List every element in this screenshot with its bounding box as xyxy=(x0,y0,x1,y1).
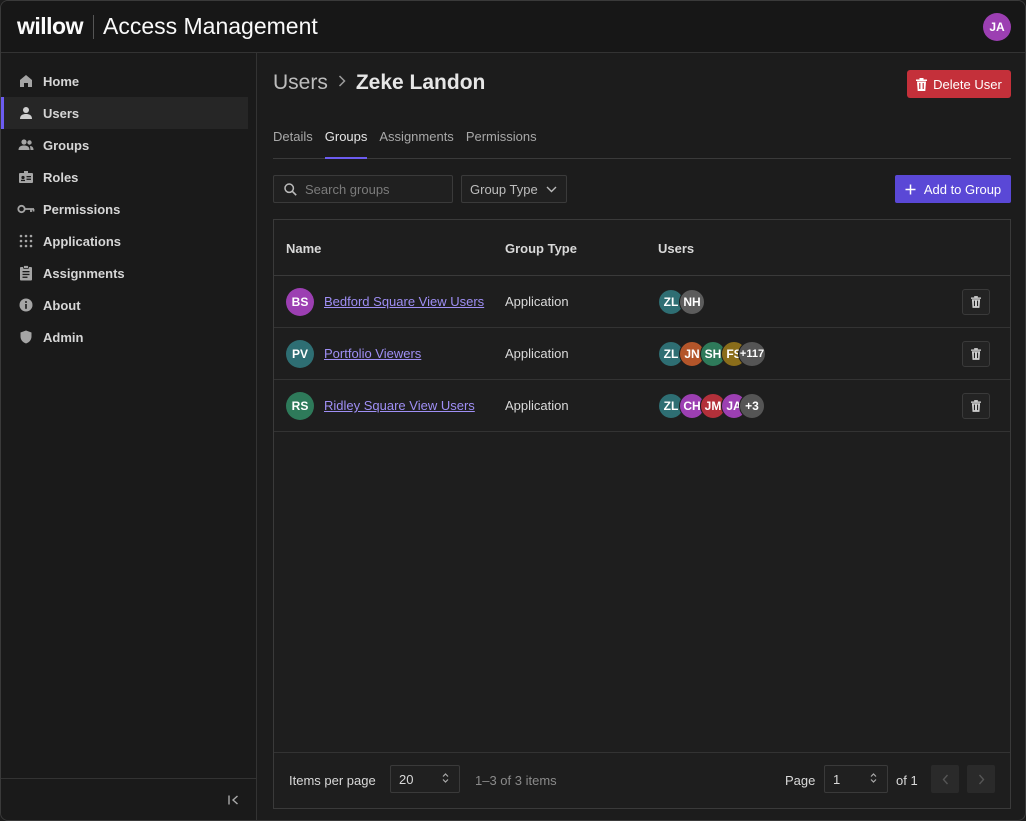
page-value: 1 xyxy=(833,771,841,787)
page-title: Zeke Landon xyxy=(355,71,486,94)
previous-page-button[interactable] xyxy=(931,765,959,793)
sidebar-item-users[interactable]: Users xyxy=(1,97,248,129)
page-of-text: of 1 xyxy=(896,773,918,788)
shield-icon xyxy=(17,328,35,346)
add-to-group-button[interactable]: Add to Group xyxy=(895,175,1011,203)
clipboard-icon xyxy=(17,264,35,282)
sidebar: Home Users Groups Roles Permissions Appl… xyxy=(1,53,257,820)
items-range-text: 1–3 of 3 items xyxy=(475,773,557,788)
delete-user-button[interactable]: Delete User xyxy=(907,70,1011,98)
breadcrumb: Users Zeke Landon xyxy=(273,71,485,95)
key-icon xyxy=(17,200,35,218)
sidebar-item-label: Admin xyxy=(43,329,84,345)
sidebar-item-permissions[interactable]: Permissions xyxy=(1,193,248,225)
chevron-left-icon xyxy=(942,774,949,785)
sidebar-item-groups[interactable]: Groups xyxy=(1,129,248,161)
sidebar-item-roles[interactable]: Roles xyxy=(1,161,248,193)
table-header: Name Group Type Users xyxy=(274,220,1010,276)
more-users-badge[interactable]: +117 xyxy=(738,341,766,367)
sidebar-item-label: Users xyxy=(43,105,80,121)
group-name-link[interactable]: Ridley Square View Users xyxy=(324,398,475,413)
sidebar-item-applications[interactable]: Applications xyxy=(1,225,248,257)
tab-details[interactable]: Details xyxy=(273,127,313,159)
groups-table: Name Group Type Users BS Bedford Square … xyxy=(273,219,1011,809)
sidebar-item-label: Applications xyxy=(43,233,122,249)
breadcrumb-users-link[interactable]: Users xyxy=(273,71,328,95)
tab-permissions[interactable]: Permissions xyxy=(466,127,537,159)
sidebar-item-label: Roles xyxy=(43,169,79,185)
column-header-users[interactable]: Users xyxy=(658,241,694,256)
sidebar-item-label: Home xyxy=(43,73,80,89)
group-avatar: RS xyxy=(286,392,314,420)
group-type-filter-label: Group Type xyxy=(470,181,538,197)
trash-icon xyxy=(971,400,981,412)
remove-group-button[interactable] xyxy=(962,341,990,367)
page-select[interactable]: 1 xyxy=(824,765,888,793)
delete-user-label: Delete User xyxy=(933,76,1002,92)
tab-groups[interactable]: Groups xyxy=(324,127,368,159)
sidebar-item-label: About xyxy=(43,297,81,313)
pagination-bar: Items per page 20 1–3 of 3 items Page 1 … xyxy=(274,752,1010,808)
next-page-button[interactable] xyxy=(967,765,995,793)
group-type-cell: Application xyxy=(505,346,569,361)
group-avatar: PV xyxy=(286,340,314,368)
up-down-icon xyxy=(870,772,877,784)
apps-grid-icon xyxy=(17,232,35,250)
home-icon xyxy=(17,72,35,90)
sidebar-item-label: Permissions xyxy=(43,201,121,217)
table-row: PV Portfolio Viewers Application ZL JN S… xyxy=(274,328,1010,380)
table-row: BS Bedford Square View Users Application… xyxy=(274,276,1010,328)
group-type-cell: Application xyxy=(505,294,569,309)
user-avatar[interactable]: JA xyxy=(983,13,1011,41)
column-header-group-type[interactable]: Group Type xyxy=(505,241,577,256)
remove-group-button[interactable] xyxy=(962,289,990,315)
remove-group-button[interactable] xyxy=(962,393,990,419)
chevron-down-icon xyxy=(546,186,557,193)
search-input[interactable]: Search groups xyxy=(273,175,453,203)
items-per-page-select[interactable]: 20 xyxy=(390,765,460,793)
sidebar-item-label: Groups xyxy=(43,137,90,153)
table-row: RS Ridley Square View Users Application … xyxy=(274,380,1010,432)
trash-icon xyxy=(971,296,981,308)
sidebar-footer xyxy=(1,778,256,820)
main-content: Users Zeke Landon Delete User Details Gr… xyxy=(257,53,1025,820)
items-per-page-label: Items per page xyxy=(289,773,376,788)
search-icon xyxy=(284,182,297,196)
add-to-group-label: Add to Group xyxy=(923,181,1002,197)
column-header-name[interactable]: Name xyxy=(286,241,321,256)
plus-icon xyxy=(905,184,916,195)
group-name-link[interactable]: Bedford Square View Users xyxy=(324,294,484,309)
tab-assignments[interactable]: Assignments xyxy=(379,127,453,159)
willow-logo[interactable]: willow xyxy=(17,13,84,40)
collapse-sidebar-icon[interactable] xyxy=(226,792,242,808)
search-placeholder: Search groups xyxy=(305,181,390,197)
app-window: willow Access Management JA Home Users G… xyxy=(0,0,1026,821)
sidebar-item-admin[interactable]: Admin xyxy=(1,321,248,353)
trash-icon xyxy=(916,77,928,91)
group-icon xyxy=(17,136,35,154)
trash-icon xyxy=(971,348,981,360)
app-title: Access Management xyxy=(103,13,318,39)
user-icon xyxy=(17,104,35,122)
chevron-right-icon xyxy=(978,774,985,785)
group-name-link[interactable]: Portfolio Viewers xyxy=(324,346,421,361)
sidebar-item-about[interactable]: About xyxy=(1,289,248,321)
group-type-filter[interactable]: Group Type xyxy=(461,175,567,203)
up-down-icon xyxy=(442,772,449,784)
sidebar-item-assignments[interactable]: Assignments xyxy=(1,257,248,289)
items-per-page-value: 20 xyxy=(399,771,414,787)
logo-divider xyxy=(93,14,94,39)
sidebar-item-label: Assignments xyxy=(43,265,125,281)
group-avatar: BS xyxy=(286,288,314,316)
tab-bar: Details Groups Assignments Permissions xyxy=(273,127,1011,159)
user-avatar[interactable]: NH xyxy=(679,289,705,315)
more-users-badge[interactable]: +3 xyxy=(739,393,765,419)
role-badge-icon xyxy=(17,168,35,186)
chevron-right-icon xyxy=(338,74,346,92)
sidebar-item-home[interactable]: Home xyxy=(1,65,248,97)
group-type-cell: Application xyxy=(505,398,569,413)
info-icon xyxy=(17,296,35,314)
top-bar: willow Access Management JA xyxy=(1,1,1025,53)
page-label: Page xyxy=(785,773,816,788)
